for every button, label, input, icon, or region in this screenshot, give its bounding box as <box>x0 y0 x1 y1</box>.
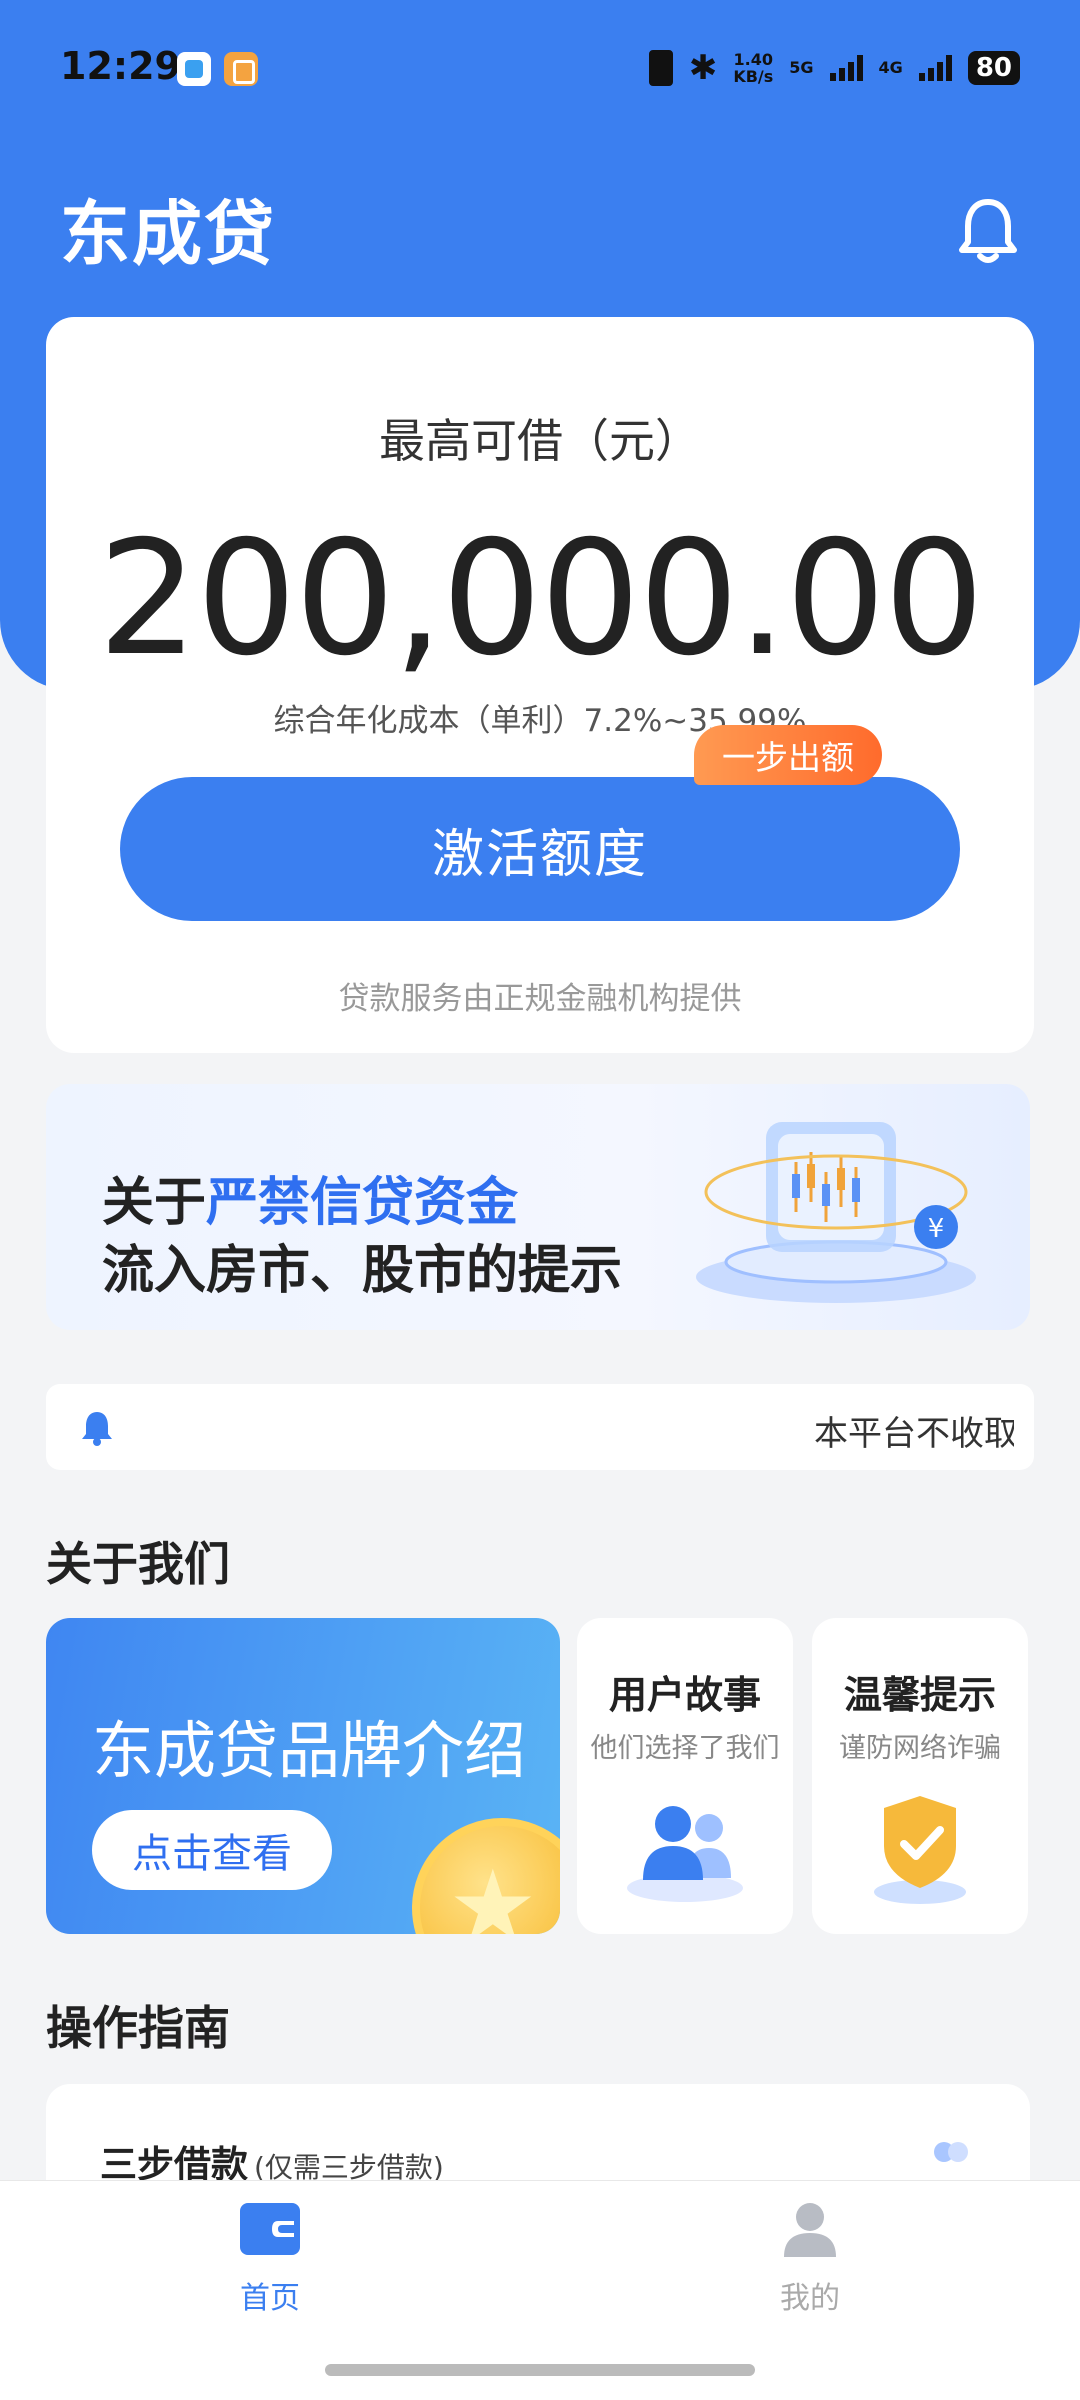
user-stories-card[interactable]: 用户故事 他们选择了我们 <box>577 1618 793 1934</box>
status-time: 12:29 <box>60 44 181 88</box>
banner-highlight: 严禁信贷资金 <box>206 1173 519 1233</box>
warm-tips-card[interactable]: 温馨提示 谨防网络诈骗 <box>812 1618 1028 1934</box>
annual-rate-text: 综合年化成本（单利）7.2%~35.99% <box>273 703 807 739</box>
signal-icon <box>829 55 863 81</box>
notice-text: 本平台不收取 <box>814 1414 1014 1454</box>
star-coin-icon <box>412 1818 560 1934</box>
user-stories-title: 用户故事 <box>608 1673 761 1717</box>
loan-card: 最高可借（元） 200,000.00 综合年化成本（单利）7.2%~35.99%… <box>46 317 1034 1053</box>
battery-icon: 80 <box>967 51 1020 85</box>
warm-tips-title: 温馨提示 <box>843 1673 996 1717</box>
network-4g-label: 4G <box>878 58 903 77</box>
banner-line-2: 流入房市、股市的提示 <box>102 1241 623 1301</box>
banner-line-1: 关于严禁信贷资金 <box>102 1160 518 1235</box>
wallet-icon <box>240 2203 300 2255</box>
svg-text:¥: ¥ <box>928 1214 945 1244</box>
activate-credit-button[interactable]: 激活额度 <box>120 777 960 921</box>
finance-chart-illustration-icon: ¥ <box>696 1122 976 1303</box>
tab-mine[interactable]: 我的 <box>660 2181 960 2321</box>
tab-home-label: 首页 <box>240 2281 300 2316</box>
signal-icon-2 <box>918 55 952 81</box>
one-step-badge: 一步出额 <box>694 725 882 785</box>
notice-marquee[interactable]: 本平台不收取 <box>46 1384 1034 1470</box>
service-provider-note: 贷款服务由正规金融机构提供 <box>338 981 742 1017</box>
expand-toggle-icon[interactable] <box>932 2140 972 2164</box>
brand-intro-card[interactable]: 东成贷品牌介绍 点击查看 <box>46 1618 560 1934</box>
notification-app-icon-2 <box>224 52 258 86</box>
app-title: 东成贷 <box>60 193 276 275</box>
notification-bell-button[interactable] <box>956 196 1020 266</box>
net-speed: 1.40 KB/s <box>733 51 773 85</box>
network-5g-label: 5G <box>789 58 814 77</box>
users-icon <box>627 1806 743 1902</box>
shield-check-icon <box>874 1796 966 1904</box>
status-bar: 12:29 ✱ 1.40 KB/s 5G 4G 80 <box>0 0 1080 140</box>
home-indicator <box>325 2364 755 2376</box>
max-loan-label: 最高可借（元） <box>379 414 701 468</box>
notice-bell-icon <box>82 1412 112 1446</box>
about-section-title: 关于我们 <box>46 1537 230 1591</box>
view-brand-button[interactable]: 点击查看 <box>92 1810 332 1890</box>
notification-app-icon <box>177 52 211 86</box>
tab-home[interactable]: 首页 <box>120 2181 420 2321</box>
net-speed-unit: KB/s <box>733 67 774 86</box>
banner-line-1-prefix: 关于 <box>102 1173 207 1233</box>
warning-banner[interactable]: 关于严禁信贷资金 流入房市、股市的提示 ¥ <box>46 1084 1030 1330</box>
tab-mine-label: 我的 <box>780 2281 840 2316</box>
bluetooth-icon: ✱ <box>688 48 718 88</box>
user-icon <box>784 2203 836 2257</box>
vibrate-icon <box>648 50 673 86</box>
bell-icon <box>959 199 1017 263</box>
warm-tips-subtitle: 谨防网络诈骗 <box>839 1733 1001 1764</box>
max-loan-amount: 200,000.00 <box>97 507 985 691</box>
user-stories-subtitle: 他们选择了我们 <box>590 1733 780 1764</box>
brand-intro-title: 东成贷品牌介绍 <box>92 1714 527 1787</box>
guide-section-title: 操作指南 <box>46 2001 230 2055</box>
